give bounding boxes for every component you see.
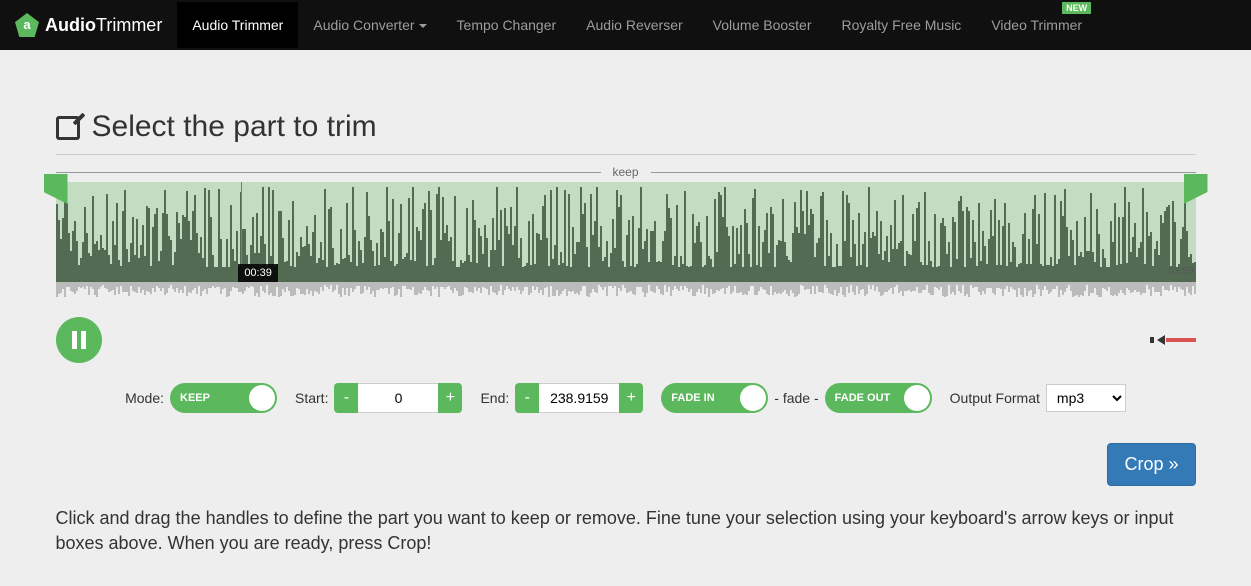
logo-icon bbox=[15, 13, 39, 37]
waveform-bottom bbox=[56, 282, 1196, 302]
nav-tempo-changer[interactable]: Tempo Changer bbox=[442, 2, 572, 48]
instructions-text: Click and drag the handles to define the… bbox=[56, 506, 1196, 556]
playhead-time: 00:39 bbox=[238, 264, 278, 282]
logo-text: AudioTrimmer bbox=[45, 15, 162, 36]
page-title: Select the part to trim bbox=[92, 110, 377, 144]
start-input[interactable] bbox=[358, 383, 438, 413]
nav-audio-converter[interactable]: Audio Converter bbox=[298, 2, 441, 48]
keep-label: keep bbox=[56, 165, 1196, 179]
start-increment[interactable]: + bbox=[438, 383, 462, 413]
fade-divider: - fade - bbox=[774, 390, 818, 406]
nav-video-trimmer[interactable]: NEWVideo Trimmer bbox=[976, 2, 1097, 48]
end-decrement[interactable]: - bbox=[515, 383, 539, 413]
pause-icon bbox=[72, 331, 86, 349]
nav-audio-trimmer[interactable]: Audio Trimmer bbox=[177, 2, 298, 48]
new-badge: NEW bbox=[1062, 2, 1091, 14]
output-format-select[interactable]: mp3 bbox=[1046, 384, 1126, 412]
main-container: Select the part to trim keep 00:39 03:59… bbox=[41, 70, 1211, 556]
settings-row: Mode: KEEP Start: - + End: - + bbox=[56, 383, 1196, 413]
fade-out-toggle[interactable]: FADE OUT bbox=[825, 383, 932, 413]
end-input[interactable] bbox=[539, 383, 619, 413]
main-nav: Audio Trimmer Audio Converter Tempo Chan… bbox=[177, 0, 1097, 50]
nav-audio-reverser[interactable]: Audio Reverser bbox=[571, 2, 698, 48]
brand-logo[interactable]: AudioTrimmer bbox=[15, 13, 162, 37]
speaker-icon bbox=[1150, 337, 1154, 343]
start-label: Start: bbox=[295, 390, 328, 406]
volume-slider[interactable] bbox=[1166, 338, 1196, 342]
start-decrement[interactable]: - bbox=[334, 383, 358, 413]
crop-button[interactable]: Crop » bbox=[1107, 443, 1195, 486]
navbar: AudioTrimmer Audio Trimmer Audio Convert… bbox=[0, 0, 1251, 50]
nav-volume-booster[interactable]: Volume Booster bbox=[698, 2, 827, 48]
output-format-label: Output Format bbox=[950, 390, 1040, 406]
end-increment[interactable]: + bbox=[619, 383, 643, 413]
end-label: End: bbox=[480, 390, 509, 406]
chevron-down-icon bbox=[419, 24, 427, 28]
mode-toggle[interactable]: KEEP bbox=[170, 383, 277, 413]
handle-right[interactable] bbox=[1184, 174, 1208, 204]
volume-control[interactable] bbox=[1150, 335, 1196, 345]
edit-icon bbox=[56, 114, 82, 140]
waveform-area[interactable]: 00:39 03:59 bbox=[56, 182, 1196, 302]
nav-royalty-free-music[interactable]: Royalty Free Music bbox=[827, 2, 977, 48]
page-header: Select the part to trim bbox=[56, 70, 1196, 155]
mode-label: Mode: bbox=[125, 390, 164, 406]
waveform-top bbox=[56, 182, 1196, 282]
playback-controls bbox=[56, 317, 1196, 363]
fade-in-toggle[interactable]: FADE IN bbox=[661, 383, 768, 413]
end-time: 03:59 bbox=[1168, 266, 1193, 277]
pause-button[interactable] bbox=[56, 317, 102, 363]
